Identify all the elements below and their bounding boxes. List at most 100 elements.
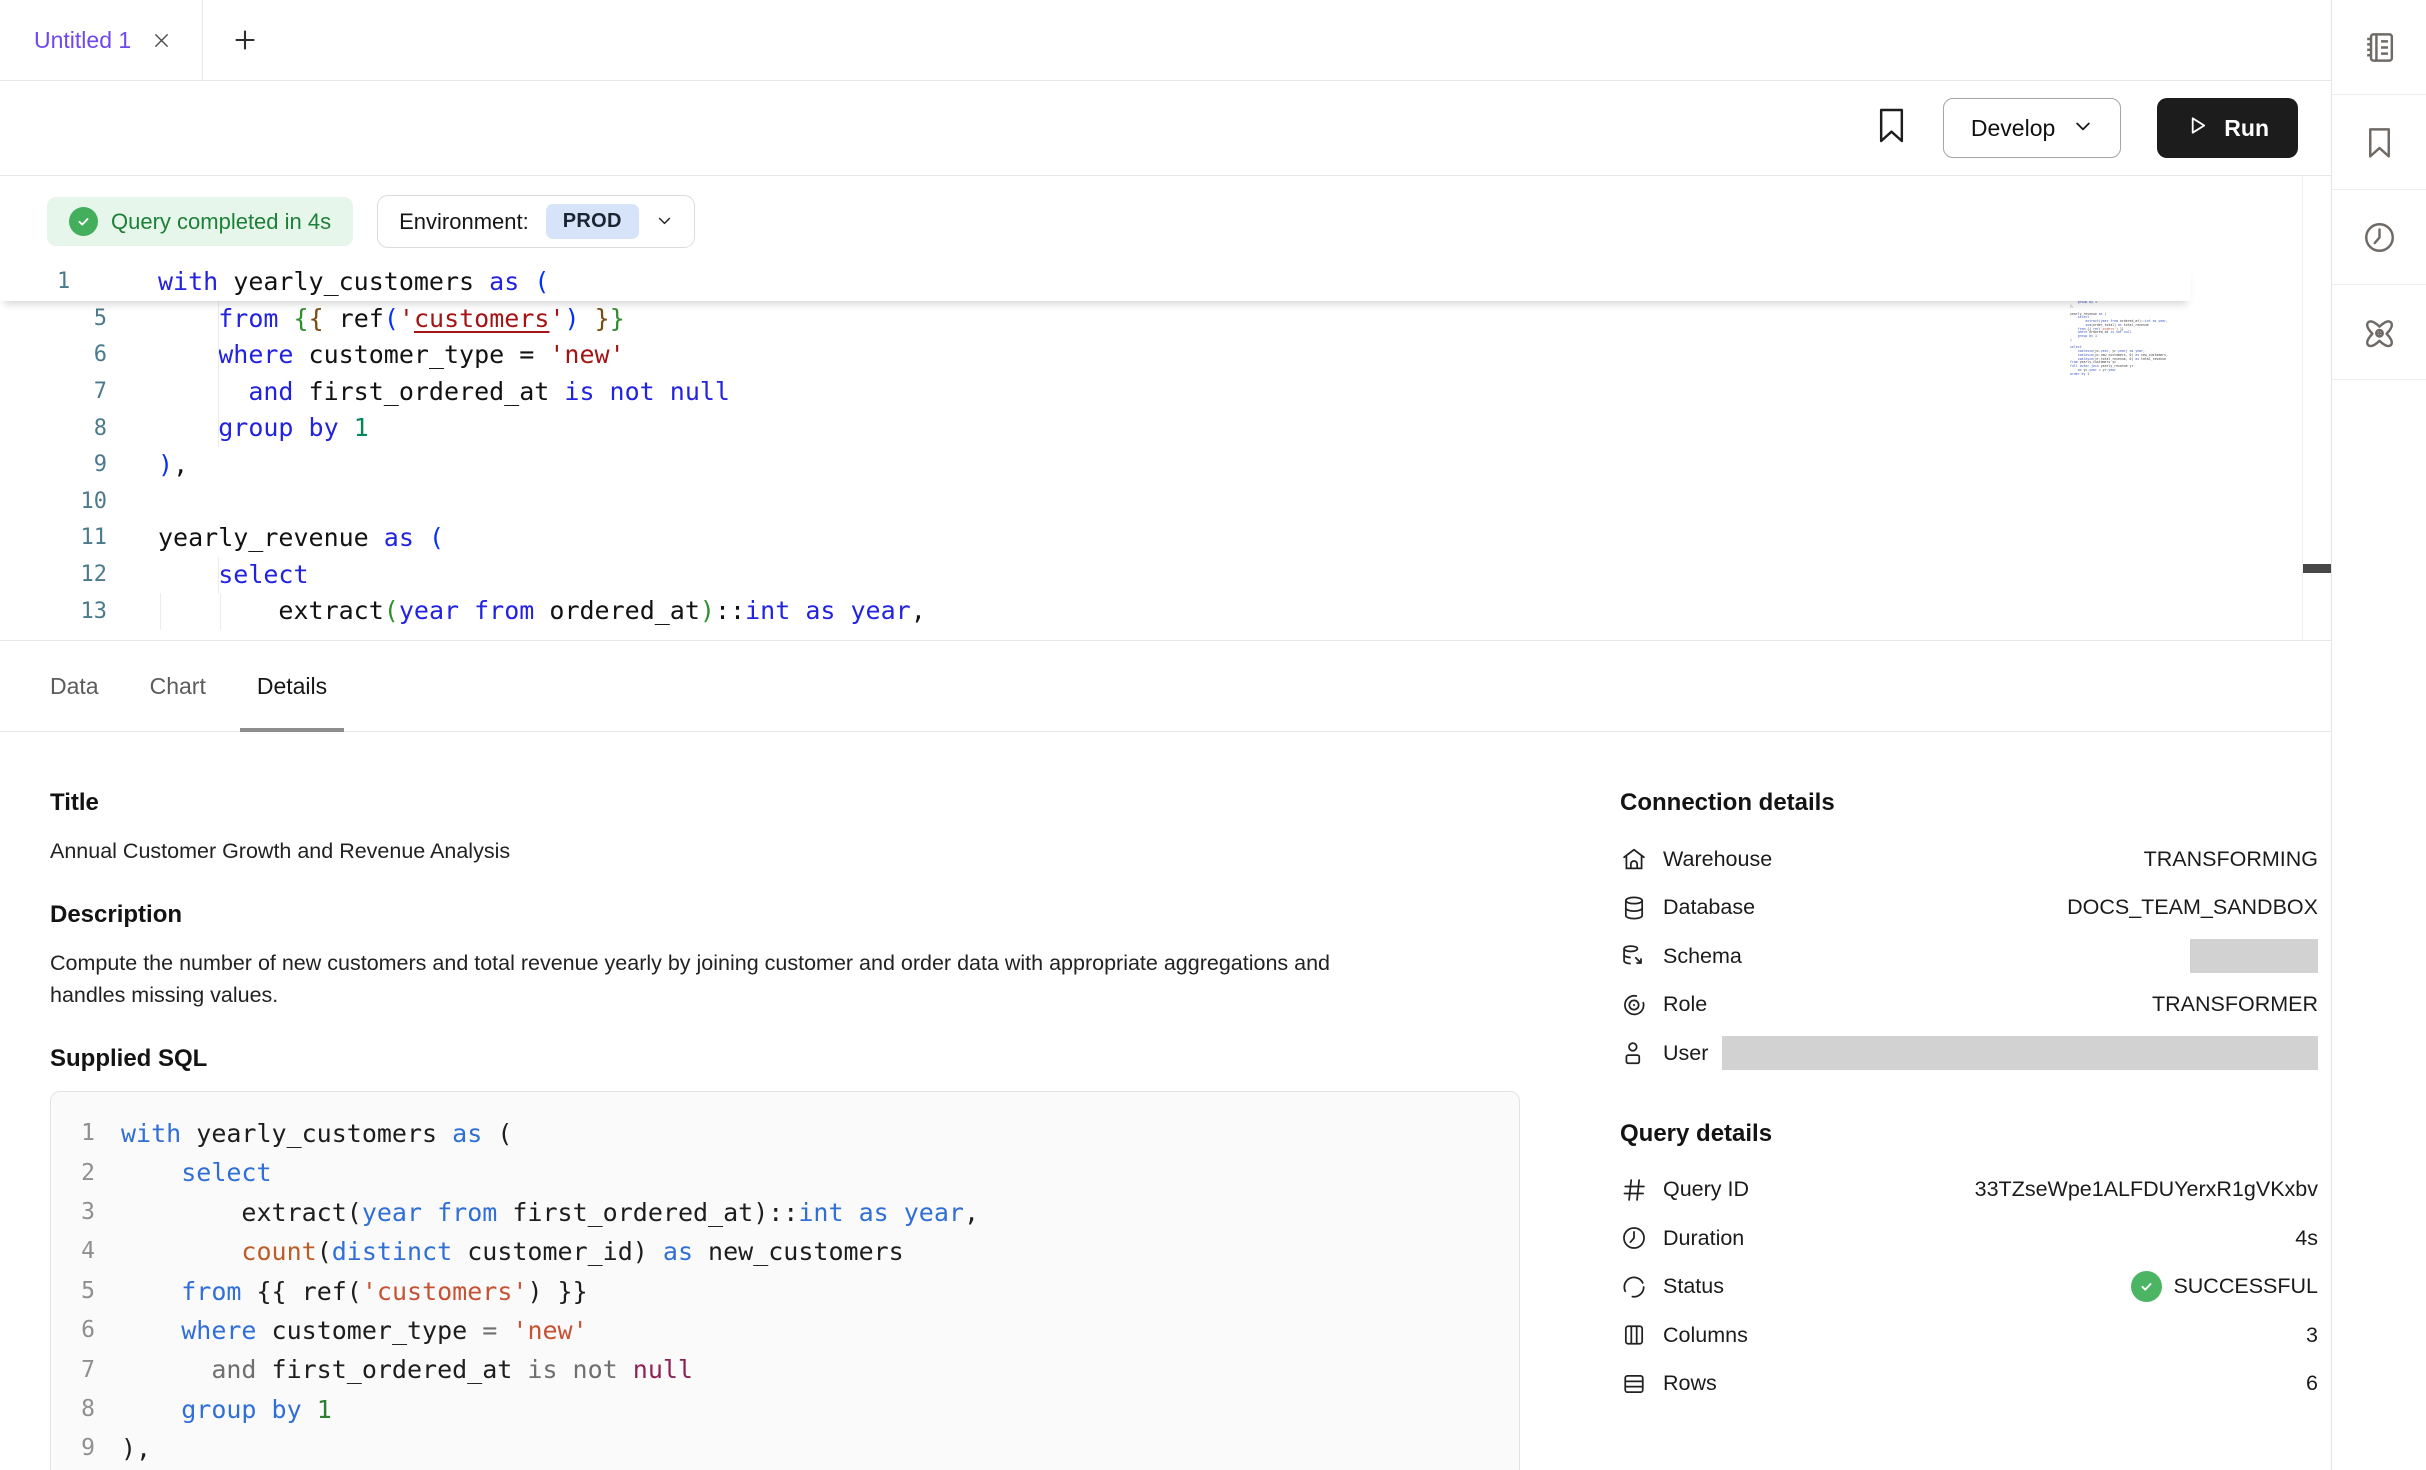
query-status-pill: Query completed in 4s xyxy=(47,197,353,246)
tab-details[interactable]: Details xyxy=(257,641,327,731)
code-text[interactable]: yearly_revenue as ( xyxy=(158,520,444,557)
sidebar-button-bookmark[interactable] xyxy=(2332,95,2426,190)
editor-line[interactable]: 8 group by 1 xyxy=(0,410,2191,447)
right-icon-sidebar xyxy=(2331,0,2426,1470)
rows-icon xyxy=(1620,1370,1648,1398)
bookmark-icon xyxy=(2361,124,2398,161)
query-title: Annual Customer Growth and Revenue Analy… xyxy=(50,835,1400,867)
detail-row-query-id: Query ID 33TZseWpe1ALFDUYerxR1gVKxbv xyxy=(1620,1166,2318,1215)
check-circle-icon xyxy=(2131,1271,2162,1302)
result-tab-bar: Data Chart Details xyxy=(0,641,2331,732)
detail-value: 3 xyxy=(2306,1323,2318,1348)
status-value: SUCCESSFUL xyxy=(2131,1271,2318,1302)
columns-icon xyxy=(1620,1321,1648,1349)
detail-row-warehouse: WarehouseTRANSFORMING xyxy=(1620,835,2318,884)
line-number: 8 xyxy=(51,1398,95,1421)
detail-row-rows: Rows6 xyxy=(1620,1360,2318,1409)
chevron-down-icon xyxy=(656,209,673,235)
run-button[interactable]: Run xyxy=(2157,98,2298,158)
database-icon xyxy=(1620,894,1648,922)
editor-line[interactable]: 13 extract(year from ordered_at)::int as… xyxy=(0,593,2191,630)
code-text: extract(year from first_ordered_at)::int… xyxy=(121,1193,979,1232)
toolbar: Develop Run xyxy=(0,81,2331,176)
code-text: ), xyxy=(121,1429,151,1468)
sidebar-button-mesh[interactable] xyxy=(2332,285,2426,380)
scrollbar-thumb[interactable] xyxy=(2303,564,2331,573)
query-details-heading: Query details xyxy=(1620,1120,2318,1148)
code-text[interactable]: where customer_type = 'new' xyxy=(158,337,625,374)
bookmark-button[interactable] xyxy=(1876,107,1907,149)
code-text: select xyxy=(121,1153,272,1192)
environment-selector[interactable]: Environment: PROD xyxy=(377,195,695,248)
code-text: group by 1 xyxy=(121,1390,332,1429)
sql-editor[interactable]: Query completed in 4s Environment: PROD … xyxy=(0,176,2331,641)
editor-line[interactable]: 7 and first_ordered_at is not null xyxy=(0,374,2191,411)
tab-divider xyxy=(202,0,203,80)
code-text[interactable]: extract(year from ordered_at)::int as ye… xyxy=(158,593,926,630)
line-number: 11 xyxy=(0,527,107,549)
environment-badge: PROD xyxy=(546,204,639,239)
check-circle-icon xyxy=(69,207,98,236)
run-label: Run xyxy=(2224,115,2269,142)
detail-row-database: DatabaseDOCS_TEAM_SANDBOX xyxy=(1620,884,2318,933)
close-icon[interactable] xyxy=(151,30,172,51)
supplied-sql-line: 7 and first_ordered_at is not null xyxy=(51,1350,1519,1389)
editor-line[interactable]: 6 where customer_type = 'new' xyxy=(0,337,2191,374)
tab-data[interactable]: Data xyxy=(50,641,99,731)
sidebar-button-history-clock[interactable] xyxy=(2332,190,2426,285)
detail-label: Warehouse xyxy=(1663,847,1772,872)
tab-chart[interactable]: Chart xyxy=(150,641,206,731)
detail-label: Rows xyxy=(1663,1371,1717,1396)
editor-scrollbar[interactable] xyxy=(2302,176,2331,640)
detail-label: Query ID xyxy=(1663,1177,1749,1202)
code-text: from {{ ref('customers') }} xyxy=(121,1272,588,1311)
detail-row-schema: Schema xyxy=(1620,932,2318,981)
clock-icon xyxy=(1620,1224,1648,1252)
develop-dropdown-button[interactable]: Develop xyxy=(1943,98,2121,158)
tab-label: Untitled 1 xyxy=(34,27,131,54)
editor-line[interactable]: 9), xyxy=(0,447,2191,484)
develop-label: Develop xyxy=(1971,115,2055,142)
editor-line[interactable]: 12 select xyxy=(0,557,2191,594)
editor-tab-bar: Untitled 1 xyxy=(0,0,2331,81)
play-icon xyxy=(2186,114,2209,143)
line-number: 12 xyxy=(0,564,107,586)
editor-line[interactable]: 1with yearly_customers as ( xyxy=(0,264,2191,301)
supplied-sql-line: 9), xyxy=(51,1429,1519,1468)
line-number: 5 xyxy=(0,308,107,330)
code-text: and first_ordered_at is not null xyxy=(121,1350,693,1389)
code-text: count(distinct customer_id) as new_custo… xyxy=(121,1232,904,1271)
line-number: 2 xyxy=(51,1162,95,1185)
code-text[interactable]: with yearly_customers as ( xyxy=(158,264,549,301)
editor-line[interactable]: 11 yearly_revenue as ( xyxy=(0,520,2191,557)
line-number: 6 xyxy=(0,344,107,366)
line-number: 7 xyxy=(51,1359,95,1382)
detail-label: Role xyxy=(1663,992,1707,1017)
code-lines[interactable]: 1with yearly_customers as (5 from {{ ref… xyxy=(0,264,2191,630)
detail-label: Columns xyxy=(1663,1323,1748,1348)
code-text[interactable]: from {{ ref('customers') }} xyxy=(158,301,625,338)
code-text[interactable]: ), xyxy=(158,447,188,484)
detail-row-status: Status SUCCESSFUL xyxy=(1620,1263,2318,1312)
code-text: where customer_type = 'new' xyxy=(121,1311,588,1350)
line-number: 10 xyxy=(0,491,107,513)
detail-value: 33TZseWpe1ALFDUYerxR1gVKxbv xyxy=(1975,1177,2318,1202)
code-text[interactable]: select xyxy=(158,557,309,594)
editor-line[interactable]: 5 from {{ ref('customers') }} xyxy=(0,301,2191,338)
schema-icon xyxy=(1620,942,1648,970)
code-text[interactable]: and first_ordered_at is not null xyxy=(158,374,730,411)
code-text[interactable]: group by 1 xyxy=(158,410,369,447)
editor-line[interactable]: 10 xyxy=(0,484,2191,521)
connection-details-rows: WarehouseTRANSFORMINGDatabaseDOCS_TEAM_S… xyxy=(1620,835,2318,1078)
details-right-column: Connection details WarehouseTRANSFORMING… xyxy=(1620,789,2318,1408)
sidebar-button-catalog-notebook[interactable] xyxy=(2332,0,2426,95)
main-area: Untitled 1 Develop xyxy=(0,0,2331,1470)
detail-row-user: User xyxy=(1620,1029,2318,1078)
user-icon xyxy=(1620,1039,1648,1067)
code-text: with yearly_customers as ( xyxy=(121,1114,512,1153)
tab-untitled-1[interactable]: Untitled 1 xyxy=(0,0,202,80)
new-tab-button[interactable] xyxy=(231,0,259,80)
query-status-text: Query completed in 4s xyxy=(111,209,331,235)
line-number: 9 xyxy=(51,1437,95,1460)
detail-label: Status xyxy=(1663,1274,1724,1299)
